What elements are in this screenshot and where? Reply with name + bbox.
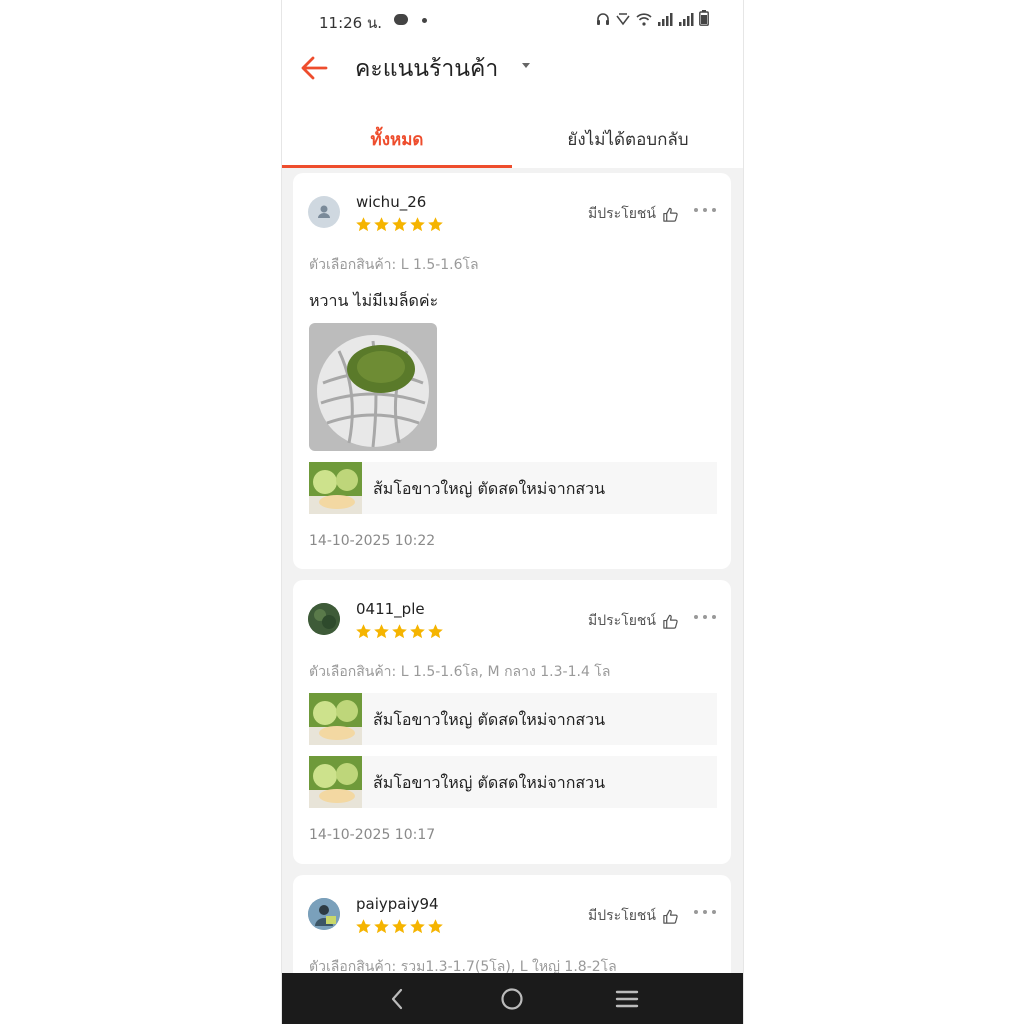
product-name: ส้มโอขาวใหญ่ ตัดสดใหม่จากสวน: [373, 479, 606, 498]
review-card: wichu_26 มีประโยชน์ ตัวเลือกสินค้า: L 1.…: [293, 173, 731, 569]
signal-2-icon: [679, 13, 694, 26]
product-link[interactable]: ส้มโอขาวใหญ่ ตัดสดใหม่จากสวน: [309, 693, 717, 745]
star-icon: [428, 624, 443, 639]
review-card: 0411_ple มีประโยชน์ ตัวเลือกสินค้า: L 1.…: [293, 580, 731, 864]
star-icon: [356, 919, 371, 934]
default-user-icon: [318, 205, 330, 218]
star-icon: [428, 217, 443, 232]
thumbs-up-icon: [663, 614, 678, 629]
helpful-label: มีประโยชน์: [588, 206, 656, 222]
star-icon: [410, 624, 425, 639]
thumbs-up-icon: [663, 909, 678, 924]
product-name: ส้มโอขาวใหญ่ ตัดสดใหม่จากสวน: [373, 710, 606, 729]
tab-unanswered[interactable]: ยังไม่ได้ตอบกลับ: [513, 112, 743, 168]
notification-dot-icon: [422, 18, 427, 23]
nav-home-button[interactable]: [482, 973, 542, 1024]
helpful-label: มีประโยชน์: [588, 908, 656, 924]
app-header: 11:26 น. คะแนนร้านค้า ทั้งหมด ยังไม่ได้ต…: [282, 0, 743, 168]
product-link[interactable]: ส้มโอขาวใหญ่ ตัดสดใหม่จากสวน: [309, 756, 717, 808]
star-icon: [410, 919, 425, 934]
avatar[interactable]: [308, 898, 340, 930]
product-variant: ตัวเลือกสินค้า: L 1.5-1.6โล: [309, 257, 479, 273]
status-time: 11:26 น.: [319, 14, 383, 32]
avatar[interactable]: [308, 603, 340, 635]
helpful-button[interactable]: มีประโยชน์: [588, 203, 679, 225]
rating-stars: [355, 918, 444, 935]
nav-home-icon: [501, 987, 523, 1010]
more-dots-icon[interactable]: [693, 614, 717, 620]
rating-stars: [355, 216, 444, 233]
review-date: 14-10-2025 10:17: [309, 827, 436, 843]
product-name: ส้มโอขาวใหญ่ ตัดสดใหม่จากสวน: [373, 773, 606, 792]
reviewer-username: wichu_26: [356, 193, 427, 211]
nav-recents-button[interactable]: [597, 973, 657, 1024]
phone-screen: 11:26 น. คะแนนร้านค้า ทั้งหมด ยังไม่ได้ต…: [281, 0, 744, 1024]
star-icon: [410, 217, 425, 232]
pomelo-photo: [309, 323, 437, 451]
helpful-button[interactable]: มีประโยชน์: [588, 905, 679, 927]
star-icon: [356, 217, 371, 232]
pomelo-thumbnail: [309, 462, 362, 514]
user-photo-icon: [308, 603, 340, 635]
android-nav-bar: [282, 973, 743, 1024]
page-title[interactable]: คะแนนร้านค้า: [355, 51, 498, 87]
avatar[interactable]: [308, 196, 340, 228]
nav-back-icon: [391, 988, 403, 1009]
star-icon: [392, 624, 407, 639]
tab-all[interactable]: ทั้งหมด: [282, 112, 512, 168]
wifi-icon: [636, 13, 652, 26]
nav-recents-icon: [615, 990, 639, 1007]
helpful-button[interactable]: มีประโยชน์: [588, 610, 679, 632]
star-icon: [392, 919, 407, 934]
thumbs-up-icon: [663, 207, 678, 222]
more-dots-icon[interactable]: [693, 909, 717, 915]
hotspot-icon: [616, 13, 630, 26]
battery-icon: [699, 10, 709, 26]
helpful-label: มีประโยชน์: [588, 613, 656, 629]
review-comment: หวาน ไม่มีเมล็ดค่ะ: [309, 291, 439, 310]
headphones-icon: [597, 13, 609, 25]
product-thumbnail: [309, 693, 362, 745]
star-icon: [392, 217, 407, 232]
status-icons: [596, 10, 709, 26]
product-thumbnail: [309, 756, 362, 808]
product-link[interactable]: ส้มโอขาวใหญ่ ตัดสดใหม่จากสวน: [309, 462, 717, 514]
rating-stars: [355, 623, 444, 640]
star-icon: [374, 217, 389, 232]
nav-back-button[interactable]: [367, 973, 427, 1024]
signal-icon: [658, 13, 673, 26]
product-thumbnail: [309, 462, 362, 514]
reviewer-username: 0411_ple: [356, 600, 425, 618]
more-dots-icon[interactable]: [693, 207, 717, 213]
active-tab-indicator: [282, 165, 512, 168]
pomelo-thumbnail: [309, 693, 362, 745]
reviewer-username: paiypaiy94: [356, 895, 439, 913]
review-photo[interactable]: [309, 323, 437, 451]
star-icon: [374, 919, 389, 934]
status-bar: 11:26 น.: [282, 0, 743, 42]
star-icon: [356, 624, 371, 639]
star-icon: [374, 624, 389, 639]
product-variant: ตัวเลือกสินค้า: L 1.5-1.6โล, M กลาง 1.3-…: [309, 664, 611, 680]
star-icon: [428, 919, 443, 934]
chat-notification-icon: [394, 14, 408, 25]
back-arrow-icon[interactable]: [296, 50, 332, 86]
review-date: 14-10-2025 10:22: [309, 533, 436, 549]
user-photo-icon: [308, 898, 340, 930]
pomelo-thumbnail: [309, 756, 362, 808]
dropdown-caret-icon[interactable]: [522, 63, 530, 68]
